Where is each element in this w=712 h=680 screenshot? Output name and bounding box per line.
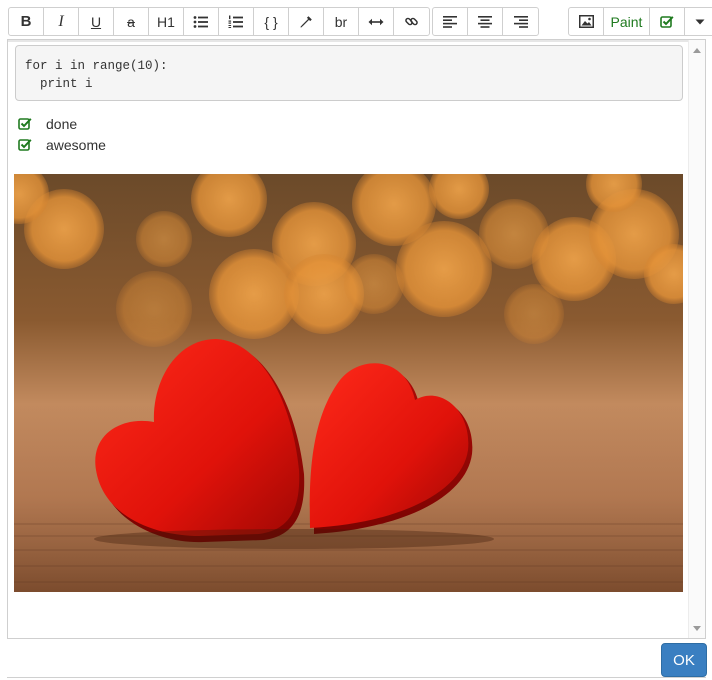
checkbox-checked-icon[interactable] <box>18 117 32 131</box>
code-button[interactable]: { } <box>254 8 289 35</box>
strikethrough-button[interactable]: a <box>114 8 149 35</box>
hearts-photo <box>14 174 683 592</box>
more-options-dropdown[interactable] <box>685 8 712 35</box>
link-button[interactable] <box>394 8 429 35</box>
align-left-button[interactable] <box>433 8 468 35</box>
strikethrough-label: a <box>127 13 135 30</box>
underline-button[interactable]: U <box>79 8 114 35</box>
align-center-button[interactable] <box>468 8 503 35</box>
editor-area[interactable]: for i in range(10): print i done awesome <box>7 39 706 639</box>
align-left-icon <box>443 15 457 28</box>
link-icon <box>405 17 418 26</box>
color-picker-button[interactable] <box>289 8 324 35</box>
scroll-down-arrow-icon[interactable] <box>693 626 701 631</box>
scroll-up-arrow-icon[interactable] <box>693 48 701 53</box>
task-label: done <box>46 116 78 132</box>
checkbox-button[interactable] <box>650 8 685 35</box>
task-item-done: done <box>18 114 77 134</box>
format-group: B I U a H1 { } br <box>8 7 430 36</box>
task-item-awesome: awesome <box>18 135 106 155</box>
align-center-icon <box>478 15 492 28</box>
unordered-list-icon <box>193 15 208 28</box>
checkbox-checked-icon[interactable] <box>18 138 32 152</box>
bottom-divider <box>7 677 706 678</box>
unordered-list-button[interactable] <box>184 8 219 35</box>
align-right-button[interactable] <box>503 8 538 35</box>
insert-image-button[interactable] <box>569 8 604 35</box>
align-right-icon <box>513 15 528 28</box>
italic-button[interactable]: I <box>44 8 79 35</box>
editor-scrollbar[interactable] <box>688 40 705 638</box>
line-break-button[interactable]: br <box>324 8 359 35</box>
caret-down-icon <box>695 19 704 24</box>
embedded-image[interactable] <box>14 174 683 592</box>
heading-button[interactable]: H1 <box>149 8 184 35</box>
eyedropper-icon <box>300 15 312 28</box>
task-label: awesome <box>46 137 106 153</box>
alignment-group <box>432 7 539 36</box>
horizontal-rule-icon <box>368 18 384 25</box>
checkbox-icon <box>660 15 674 28</box>
ordered-list-button[interactable] <box>219 8 254 35</box>
editor-top-border <box>8 40 705 42</box>
bold-button[interactable]: B <box>9 8 44 35</box>
insert-group: Paint <box>568 7 712 36</box>
ok-button[interactable]: OK <box>661 643 707 677</box>
editor-toolbar: B I U a H1 { } br Paint <box>8 7 712 36</box>
code-block[interactable]: for i in range(10): print i <box>15 45 683 101</box>
image-icon <box>578 15 594 28</box>
horizontal-rule-button[interactable] <box>359 8 394 35</box>
paint-button[interactable]: Paint <box>604 8 650 35</box>
ordered-list-icon <box>228 15 243 28</box>
